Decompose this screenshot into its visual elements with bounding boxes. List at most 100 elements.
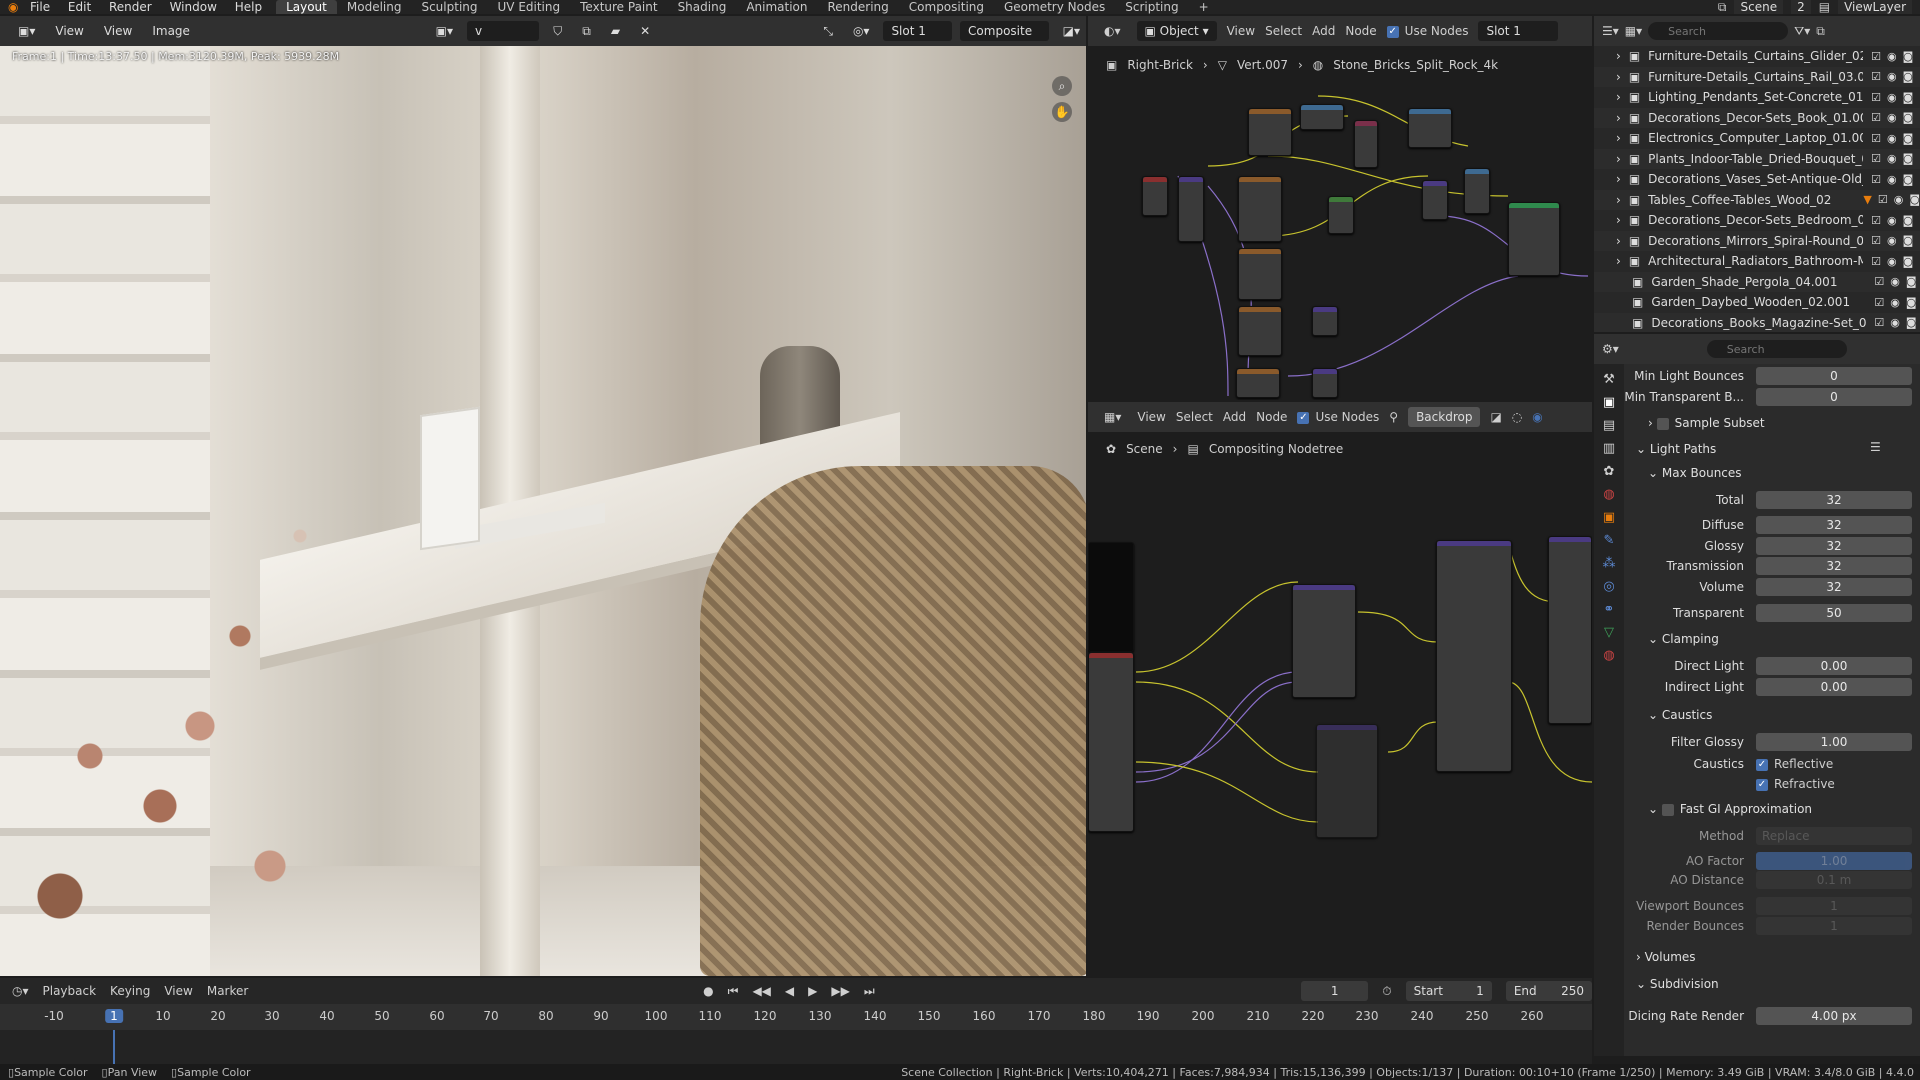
render-preview-thumbnail[interactable] [1088, 542, 1134, 652]
clamping-panel[interactable]: ⌄ Clamping [1648, 632, 1719, 646]
constraints-icon[interactable]: ⚭ [1604, 602, 1615, 617]
camera-icon[interactable]: ◙ [1903, 50, 1914, 63]
material-icon[interactable]: ◍ [1603, 648, 1614, 663]
editor-type-icon[interactable]: ▦▾ [1098, 407, 1127, 427]
expand-arrow-icon[interactable]: › [1616, 70, 1621, 84]
sample-subset-panel[interactable]: › Sample Subset [1648, 416, 1765, 430]
list-item[interactable]: › ▣ Electronics_Computer_Laptop_01.001 ☑ ◉ ◙ [1594, 128, 1920, 149]
camera-icon[interactable]: ◙ [1906, 296, 1917, 309]
list-item[interactable]: › ▣ Decorations_Decor-Sets_Bedroom_02.0 ☑ ◉ ◙ [1594, 210, 1920, 231]
indirect-light-field[interactable]: 0.00 [1756, 678, 1912, 696]
volumes-panel[interactable]: › Volumes [1636, 950, 1696, 964]
checkbox-icon[interactable]: ☑ [1871, 70, 1881, 83]
menu-image[interactable]: Image [146, 21, 196, 41]
camera-icon[interactable]: ◙ [1906, 275, 1917, 288]
image-texture-node[interactable] [1238, 248, 1282, 300]
fast-gi-checkbox[interactable] [1661, 803, 1674, 816]
render-icon[interactable]: ▣ [1603, 395, 1615, 410]
expand-arrow-icon[interactable]: › [1616, 234, 1621, 248]
eye-icon[interactable]: ◉ [1887, 50, 1897, 63]
new-image-icon[interactable]: ⧉ [576, 21, 597, 41]
editor-type-icon[interactable]: ◷▾ [12, 984, 29, 998]
menu-select[interactable]: Select [1176, 410, 1213, 424]
eye-icon[interactable]: ◉ [1887, 70, 1897, 83]
eye-icon[interactable]: ◉ [1887, 91, 1897, 104]
tab-geometry-nodes[interactable]: Geometry Nodes [994, 0, 1115, 14]
eye-icon[interactable]: ◉ [1887, 111, 1897, 124]
use-nodes-toggle[interactable]: ✓ Use Nodes [1297, 410, 1379, 424]
view-layer-selector[interactable]: ViewLayer [1838, 0, 1912, 14]
light-paths-panel[interactable]: ⌄ Light Paths [1636, 442, 1716, 456]
menu-playback[interactable]: Playback [43, 984, 97, 998]
tab-sculpting[interactable]: Sculpting [411, 0, 487, 14]
ao-factor-slider[interactable]: 1.00 [1756, 852, 1912, 870]
view-mode-dropdown[interactable]: View [49, 21, 89, 41]
next-keyframe-icon[interactable]: ▶▶ [831, 984, 849, 998]
menu-view[interactable]: View [98, 21, 138, 41]
list-item[interactable]: › ▣ Architectural_Radiators_Bathroom-Mode ☑… [1594, 251, 1920, 272]
expand-arrow-icon[interactable]: › [1616, 49, 1621, 63]
scene-count[interactable]: 2 [1791, 0, 1811, 14]
filter-icon[interactable]: ⛛▾ [1794, 24, 1810, 39]
input-node[interactable] [1142, 176, 1168, 216]
mapping-node[interactable] [1178, 176, 1204, 242]
list-item[interactable]: › ▣ Decorations_Vases_Set-Antique-Old_01 ☑ ◉… [1594, 169, 1920, 190]
backdrop-channels-icon[interactable]: ◪ [1490, 410, 1501, 424]
converter-node[interactable] [1354, 120, 1378, 168]
menu-help[interactable]: Help [235, 0, 262, 14]
menu-file[interactable]: File [30, 0, 50, 14]
new-collection-icon[interactable]: ⧉ [1816, 24, 1825, 39]
principled-bsdf-node[interactable] [1508, 202, 1560, 276]
menu-marker[interactable]: Marker [207, 984, 248, 998]
editor-type-icon[interactable]: ☰▾ [1602, 24, 1619, 38]
eye-icon[interactable]: ◉ [1887, 173, 1897, 186]
object-mode-dropdown[interactable]: ▣ Object ▾ [1136, 21, 1217, 41]
use-nodes-toggle[interactable]: ✓ Use Nodes [1386, 24, 1468, 38]
tab-compositing[interactable]: Compositing [899, 0, 994, 14]
overlay-toggle-icon[interactable]: ◎▾ [847, 21, 876, 41]
eye-icon[interactable]: ◉ [1887, 255, 1897, 268]
bump-node[interactable] [1422, 180, 1448, 220]
checkbox-icon[interactable]: ☑ [1871, 214, 1881, 227]
play-icon[interactable]: ▶ [808, 984, 817, 998]
eye-icon[interactable]: ◉ [1890, 275, 1900, 288]
current-frame-indicator[interactable]: 1 [105, 1009, 123, 1023]
blender-logo-icon[interactable]: ◉ [8, 1, 24, 13]
start-frame-field[interactable]: Start 1 [1405, 981, 1492, 1001]
checkbox-icon[interactable]: ☑ [1871, 111, 1881, 124]
display-mode-icon[interactable]: ▦▾ [1625, 24, 1642, 38]
render-bounces-field[interactable]: 1 [1756, 917, 1912, 935]
glossy-bounces-field[interactable]: 32 [1756, 537, 1912, 555]
particles-icon[interactable]: ⁂ [1603, 556, 1616, 571]
close-icon[interactable]: ✕ [634, 21, 656, 41]
world-icon[interactable]: ◍ [1603, 487, 1614, 502]
converter-node[interactable] [1312, 368, 1338, 398]
denoise-node-muted[interactable] [1316, 724, 1378, 838]
menu-view[interactable]: View [1137, 410, 1165, 424]
fast-gi-panel[interactable]: ⌄ Fast GI Approximation [1648, 802, 1812, 816]
list-item[interactable]: ▣ Garden_Shade_Pergola_04.001 ☑ ◉ ◙ [1594, 271, 1920, 292]
expand-arrow-icon[interactable]: › [1616, 193, 1621, 207]
zoom-icon[interactable]: ⌕ [1052, 76, 1072, 96]
fake-user-icon[interactable]: ⛉ [547, 21, 568, 41]
expand-arrow-icon[interactable]: › [1616, 111, 1621, 125]
eye-icon[interactable]: ◉ [1887, 234, 1897, 247]
camera-icon[interactable]: ◙ [1903, 234, 1914, 247]
eye-icon[interactable]: ◉ [1887, 152, 1897, 165]
image-name-field[interactable]: v [467, 21, 540, 41]
editor-type-icon[interactable]: ▣▾ [12, 21, 41, 41]
camera-icon[interactable]: ◙ [1903, 70, 1914, 83]
expand-arrow-icon[interactable]: › [1616, 131, 1621, 145]
editor-type-icon[interactable]: ◐▾ [1098, 21, 1127, 41]
diffuse-bounces-field[interactable]: 32 [1756, 516, 1912, 534]
physics-icon[interactable]: ◎ [1603, 579, 1614, 594]
camera-icon[interactable]: ◙ [1903, 132, 1914, 145]
list-item[interactable]: › ▣ Lighting_Pendants_Set-Concrete_01 ☑ ◉ ◙ [1594, 87, 1920, 108]
menu-add[interactable]: Add [1223, 410, 1246, 424]
gizmo-toggle-icon[interactable]: ⤡ [817, 21, 839, 41]
menu-view[interactable]: View [1227, 24, 1255, 38]
transparent-bounces-field[interactable]: 50 [1756, 604, 1912, 622]
end-frame-field[interactable]: End 250 [1505, 981, 1592, 1001]
texture-node[interactable] [1300, 104, 1344, 130]
render-result-image[interactable]: Frame:1 | Time:13:37.50 | Mem:3120.39M, … [0, 46, 1086, 976]
